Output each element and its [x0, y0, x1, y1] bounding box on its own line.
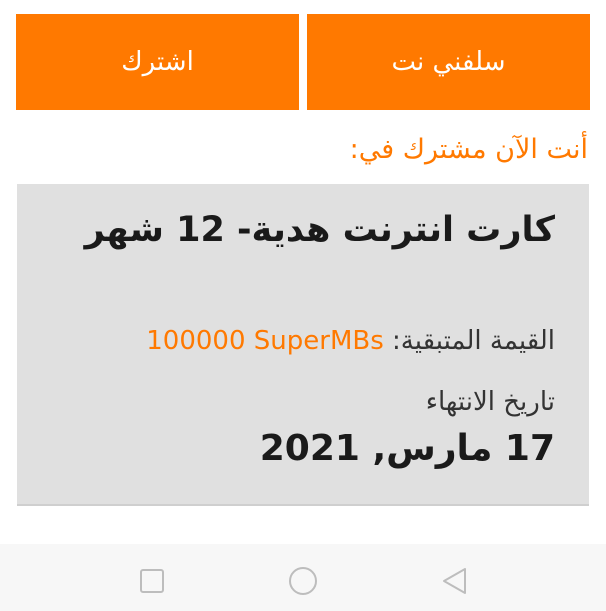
system-navigation-bar [0, 544, 606, 611]
remaining-value: 100000 SuperMBs [146, 326, 384, 356]
borrow-internet-button[interactable]: سلفني نت [307, 14, 590, 110]
remaining-label: القيمة المتبقية: [392, 326, 555, 356]
subscription-heading: أنت الآن مشترك في: [349, 134, 588, 165]
expiry-label: تاريخ الانتهاء [425, 387, 555, 417]
plan-name: كارت انترنت هدية- 12 شهر [84, 210, 555, 250]
remaining-balance-row: القيمة المتبقية: 100000 SuperMBs [146, 326, 555, 356]
home-icon[interactable] [288, 566, 318, 596]
expiry-date: 17 مارس, 2021 [259, 428, 555, 469]
subscribe-button[interactable]: اشترك [16, 14, 299, 110]
back-icon[interactable] [440, 566, 470, 596]
recents-icon[interactable] [137, 566, 167, 596]
subscription-card: كارت انترنت هدية- 12 شهر القيمة المتبقية… [17, 184, 589, 506]
